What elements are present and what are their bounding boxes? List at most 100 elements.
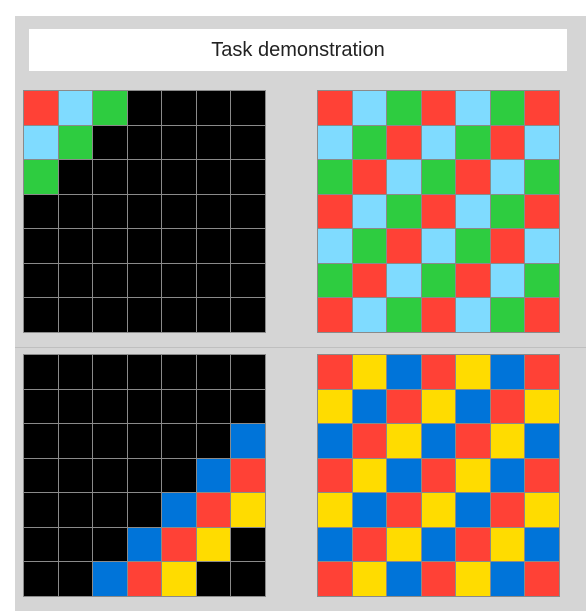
- grid-cell: [24, 493, 58, 527]
- grid-cell: [162, 527, 196, 562]
- grid-cell: [318, 389, 352, 424]
- grid-cell: [490, 160, 525, 194]
- grid-cell: [387, 389, 421, 424]
- grid-cell: [231, 355, 265, 389]
- grid-cell: [24, 458, 58, 493]
- grid-cell: [58, 298, 93, 332]
- pair-1-output-grid: [317, 90, 560, 333]
- grid-cell: [456, 194, 490, 229]
- grid-cell: [352, 562, 387, 596]
- grid-cell: [387, 493, 421, 527]
- grid-cell: [525, 125, 559, 160]
- grid-cell: [127, 263, 162, 298]
- grid-cell: [421, 263, 456, 298]
- grid-cell: [93, 160, 127, 194]
- grid-cell: [525, 355, 559, 389]
- grid-cell: [127, 389, 162, 424]
- grid-cell: [352, 263, 387, 298]
- grid-cell: [456, 424, 490, 458]
- grid-cell: [318, 194, 352, 229]
- grid-cell: [387, 458, 421, 493]
- grid-cell: [352, 527, 387, 562]
- grid-cell: [318, 160, 352, 194]
- grid-cell: [421, 160, 456, 194]
- grid-cell: [231, 458, 265, 493]
- grid-cell: [24, 91, 58, 125]
- grid-cell: [387, 298, 421, 332]
- grid-cell: [231, 263, 265, 298]
- grid-cell: [525, 298, 559, 332]
- grid-cell: [525, 527, 559, 562]
- grid-cell: [58, 424, 93, 458]
- grid-cell: [127, 458, 162, 493]
- grid-cell: [387, 562, 421, 596]
- grid-cell: [421, 562, 456, 596]
- grid-cell: [490, 263, 525, 298]
- grid-cell: [162, 229, 196, 263]
- grid-cell: [196, 389, 231, 424]
- grid-cell: [127, 527, 162, 562]
- grid-cell: [127, 229, 162, 263]
- grid-cell: [58, 263, 93, 298]
- page-title: Task demonstration: [29, 29, 567, 71]
- grid-cell: [162, 424, 196, 458]
- grid-cell: [93, 562, 127, 596]
- grid-cell: [421, 125, 456, 160]
- grid-cell: [162, 125, 196, 160]
- grid-cell: [456, 389, 490, 424]
- grid-cell: [490, 424, 525, 458]
- grid-cell: [456, 229, 490, 263]
- grid-cell: [318, 493, 352, 527]
- grid-cell: [93, 424, 127, 458]
- grid-cell: [387, 125, 421, 160]
- grid-cell: [196, 493, 231, 527]
- grid-cell: [421, 424, 456, 458]
- grid-cell: [456, 493, 490, 527]
- grid-cell: [127, 562, 162, 596]
- grid-cell: [58, 527, 93, 562]
- grid-cell: [318, 458, 352, 493]
- grid-cell: [490, 298, 525, 332]
- grid-cell: [162, 194, 196, 229]
- grid-cell: [93, 355, 127, 389]
- grid-cell: [93, 389, 127, 424]
- grid-cell: [352, 125, 387, 160]
- grid-cell: [231, 125, 265, 160]
- grid-cell: [196, 458, 231, 493]
- grid-cell: [196, 527, 231, 562]
- grid-cell: [24, 263, 58, 298]
- grid-cell: [231, 424, 265, 458]
- pair-2-input-grid: [23, 354, 266, 597]
- grid-cell: [93, 229, 127, 263]
- grid-cell: [58, 493, 93, 527]
- grid-cell: [421, 229, 456, 263]
- grid-cell: [421, 493, 456, 527]
- grid-cell: [93, 91, 127, 125]
- grid-cell: [162, 355, 196, 389]
- grid-cell: [525, 263, 559, 298]
- grid-cell: [196, 562, 231, 596]
- grid-cell: [525, 458, 559, 493]
- grid-cell: [352, 389, 387, 424]
- grid-cell: [456, 562, 490, 596]
- grid-cell: [24, 125, 58, 160]
- grid-cell: [58, 389, 93, 424]
- grid-cell: [490, 527, 525, 562]
- grid-cell: [127, 298, 162, 332]
- grid-cell: [162, 298, 196, 332]
- grid-cell: [24, 194, 58, 229]
- pair-2-output-grid: [317, 354, 560, 597]
- grid-cell: [490, 562, 525, 596]
- grid-cell: [318, 562, 352, 596]
- grid-cell: [24, 229, 58, 263]
- grid-cell: [196, 91, 231, 125]
- grid-cell: [318, 298, 352, 332]
- grid-cell: [196, 160, 231, 194]
- grid-cell: [162, 263, 196, 298]
- grid-cell: [162, 91, 196, 125]
- grid-cell: [93, 527, 127, 562]
- grid-cell: [162, 458, 196, 493]
- grid-cell: [352, 229, 387, 263]
- grid-cell: [490, 194, 525, 229]
- grid-cell: [318, 527, 352, 562]
